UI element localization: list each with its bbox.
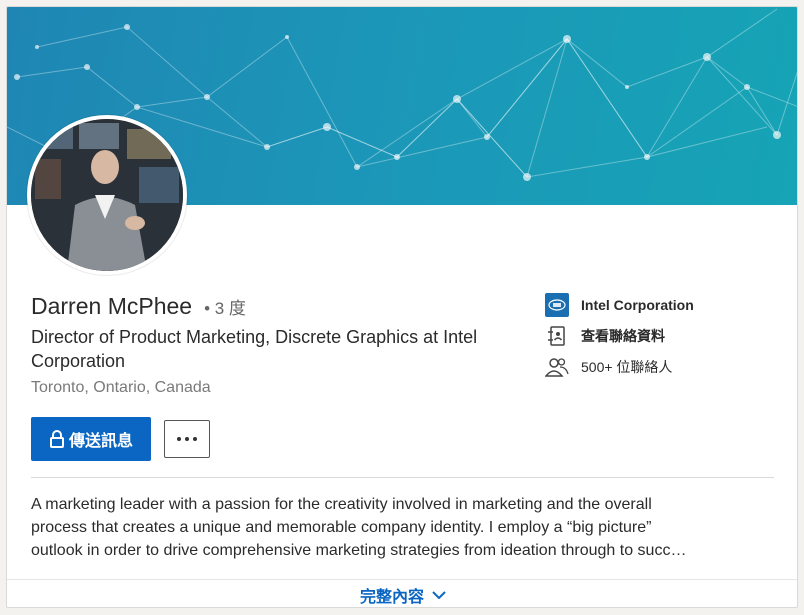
avatar[interactable] [31, 119, 183, 271]
avatar-frame[interactable] [27, 115, 187, 275]
intel-logo-icon [545, 293, 569, 317]
company-name: Intel Corporation [581, 297, 694, 313]
contact-info-link[interactable]: 查看聯絡資料 [545, 324, 694, 348]
company-link[interactable]: Intel Corporation [545, 293, 694, 317]
divider [31, 477, 774, 478]
show-more-label: 完整內容 [359, 589, 424, 606]
more-actions-button[interactable] [164, 420, 210, 458]
show-more-button[interactable]: 完整內容 [7, 579, 797, 607]
profile-headline: Director of Product Marketing, Discrete … [31, 327, 478, 371]
summary-line: A marketing leader with a passion for th… [31, 496, 652, 513]
profile-summary: A marketing leader with a passion for th… [31, 493, 775, 562]
connections-count: 500+ 位聯絡人 [581, 359, 673, 375]
address-book-icon [548, 326, 565, 346]
people-icon [545, 358, 569, 377]
profile-location: Toronto, Ontario, Canada [31, 379, 211, 396]
connection-degree: • 3 度 [204, 299, 246, 318]
profile-sidebar: Intel Corporation 查看聯絡資料 500+ 位聯絡人 [545, 293, 694, 386]
more-icon [177, 437, 197, 441]
connections-link[interactable]: 500+ 位聯絡人 [545, 355, 694, 379]
name-row: Darren McPhee • 3 度 [31, 293, 246, 320]
contact-info-label: 查看聯絡資料 [581, 328, 665, 344]
summary-line: process that creates a unique and memora… [31, 519, 652, 536]
chevron-down-icon [432, 591, 446, 599]
lock-icon [49, 430, 64, 448]
summary-line: outlook in order to drive comprehensive … [31, 542, 687, 559]
message-button[interactable]: 傳送訊息 [31, 417, 151, 461]
profile-card: Darren McPhee • 3 度 Director of Product … [6, 6, 798, 608]
message-button-label: 傳送訊息 [68, 433, 133, 450]
profile-name: Darren McPhee [31, 293, 193, 319]
